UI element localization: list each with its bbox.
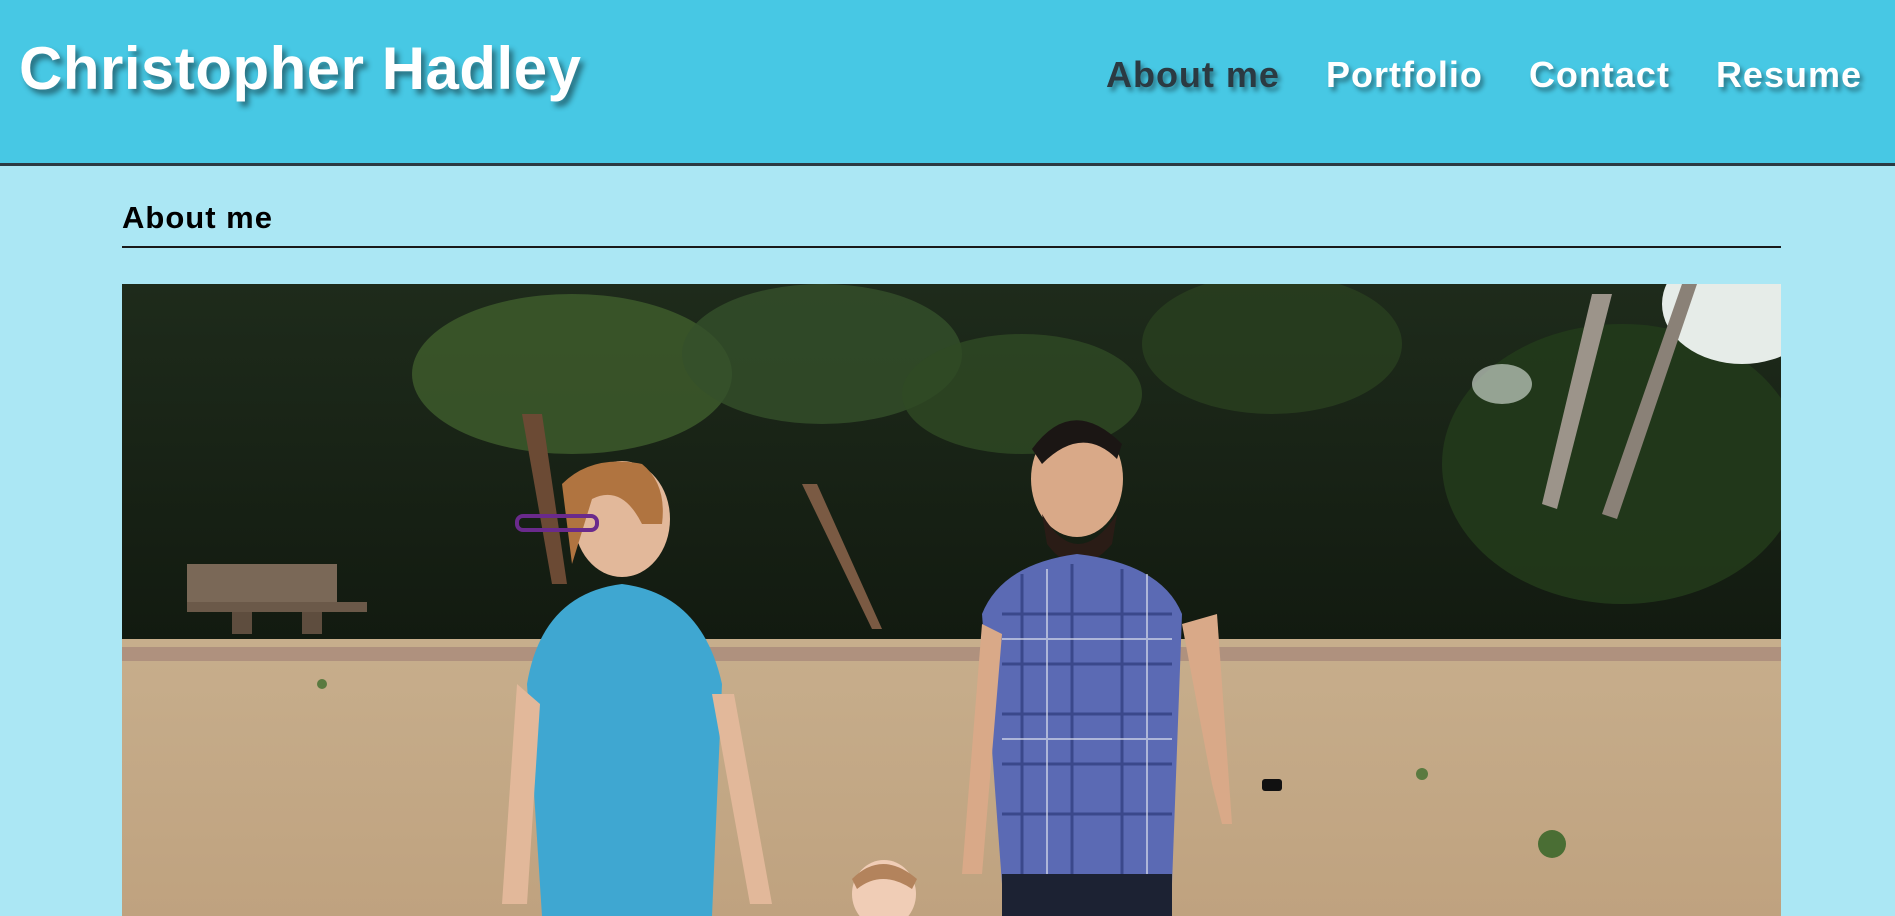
- section-title: About me: [122, 200, 273, 235]
- main-content: About me: [122, 166, 1781, 916]
- nav-link-resume[interactable]: Resume: [1716, 54, 1862, 96]
- nav-link-about-me[interactable]: About me: [1106, 54, 1280, 96]
- main-nav: About me Portfolio Contact Resume: [1106, 54, 1862, 96]
- nav-link-contact[interactable]: Contact: [1529, 54, 1670, 96]
- section-divider: [122, 246, 1781, 248]
- family-photo-image: [122, 284, 1781, 916]
- site-header: Christopher Hadley About me Portfolio Co…: [0, 0, 1895, 166]
- site-title[interactable]: Christopher Hadley: [19, 34, 581, 103]
- family-photo: [122, 284, 1781, 916]
- nav-link-portfolio[interactable]: Portfolio: [1326, 54, 1483, 96]
